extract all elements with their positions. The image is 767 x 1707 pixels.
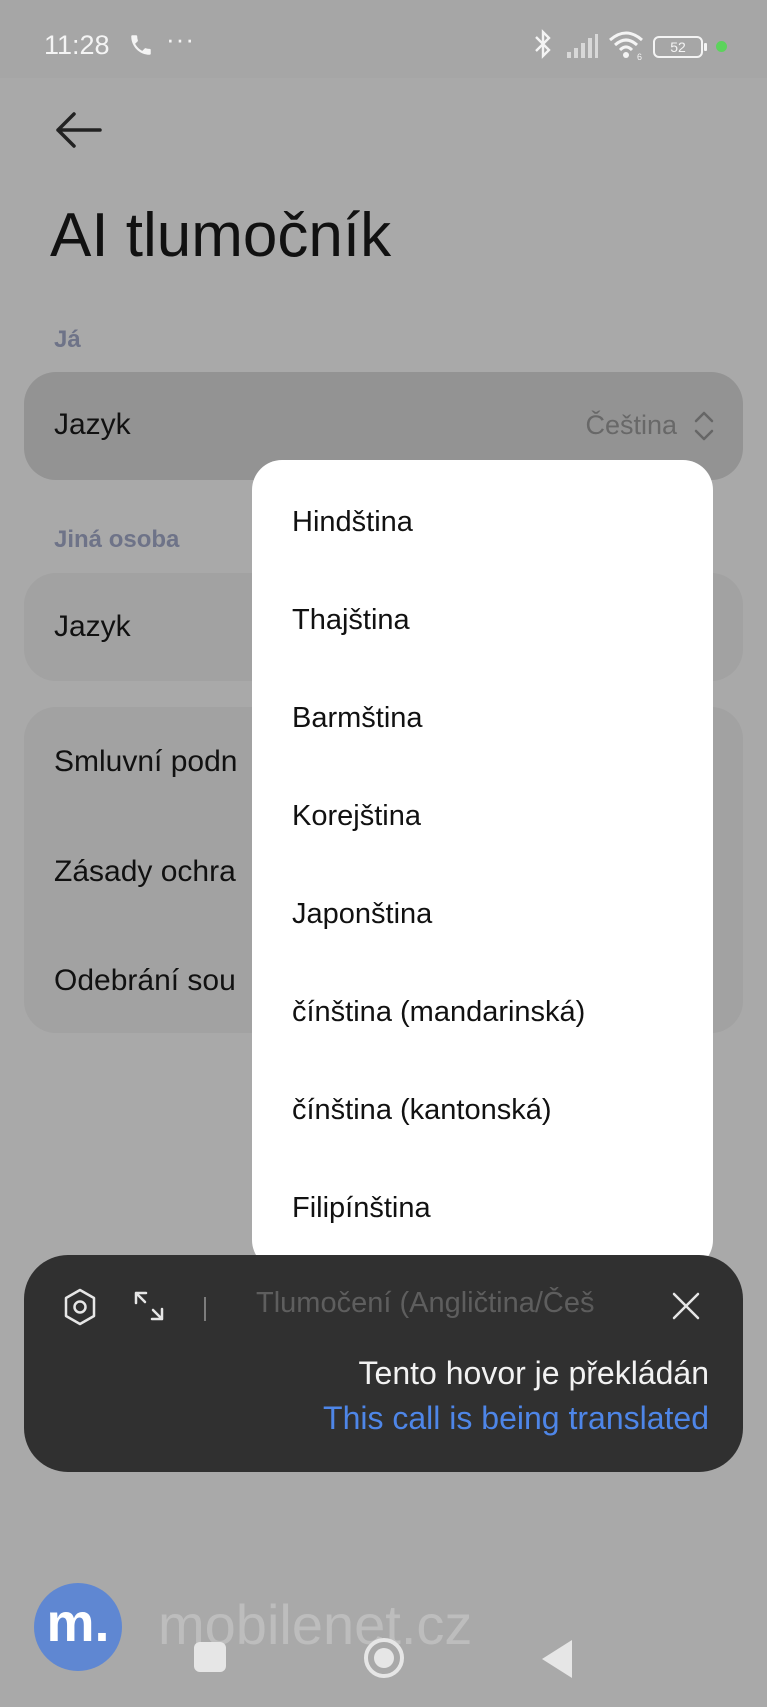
wifi-icon: 6 xyxy=(609,31,643,60)
bluetooth-icon xyxy=(535,29,551,59)
battery-level: 52 xyxy=(670,39,686,55)
withdraw-consent-link[interactable]: Odebrání sou xyxy=(54,964,236,998)
back-arrow-icon[interactable] xyxy=(54,110,102,150)
translation-status-cs: Tento hovor je překládán xyxy=(358,1355,709,1391)
call-translation-overlay: Tlumočení (Angličtina/Češ Tento hovor je… xyxy=(24,1255,743,1472)
expand-icon[interactable] xyxy=(132,1289,166,1323)
terms-link[interactable]: Smluvní podn xyxy=(54,745,237,779)
dropdown-option[interactable]: Korejština xyxy=(292,800,421,833)
nav-back-button[interactable] xyxy=(542,1640,572,1678)
status-time: 11:28 xyxy=(44,30,110,60)
my-language-label: Jazyk xyxy=(54,408,131,441)
watermark-logo: m. xyxy=(34,1583,122,1671)
divider xyxy=(204,1297,206,1321)
privacy-indicator-dot xyxy=(716,41,727,52)
other-language-label: Jazyk xyxy=(54,610,131,643)
language-dropdown: Hindština Thajština Barmština Korejština… xyxy=(252,460,713,1270)
dropdown-option[interactable]: Barmština xyxy=(292,702,423,735)
dropdown-option[interactable]: Hindština xyxy=(292,506,413,539)
page-title: AI tlumočník xyxy=(50,201,392,270)
signal-icon xyxy=(567,34,598,58)
recents-button[interactable] xyxy=(194,1642,226,1672)
privacy-policy-link[interactable]: Zásady ochra xyxy=(54,855,236,889)
dropdown-option[interactable]: čínština (kantonská) xyxy=(292,1094,552,1127)
section-label-other: Jiná osoba xyxy=(54,526,180,553)
battery-icon: 52 xyxy=(653,36,707,58)
caption-fade xyxy=(584,1281,664,1331)
phone-icon xyxy=(131,35,151,55)
dropdown-option[interactable]: čínština (mandarinská) xyxy=(292,996,585,1029)
translation-status-en: This call is being translated xyxy=(323,1400,709,1436)
up-down-chevron-icon xyxy=(694,411,714,441)
status-bar: 11:28 ··· 6 52 xyxy=(0,0,767,78)
dropdown-option[interactable]: Filipínština xyxy=(292,1192,431,1225)
close-icon[interactable] xyxy=(671,1291,701,1321)
home-button[interactable] xyxy=(364,1638,404,1678)
dropdown-option[interactable]: Thajština xyxy=(292,604,410,637)
wifi-band-label: 6 xyxy=(637,52,642,60)
more-notifications-icon: ··· xyxy=(166,24,195,54)
section-label-me: Já xyxy=(54,326,81,353)
settings-hexagon-icon[interactable] xyxy=(62,1287,98,1327)
my-language-value: Čeština xyxy=(585,410,677,440)
dropdown-option[interactable]: Japonština xyxy=(292,898,432,931)
